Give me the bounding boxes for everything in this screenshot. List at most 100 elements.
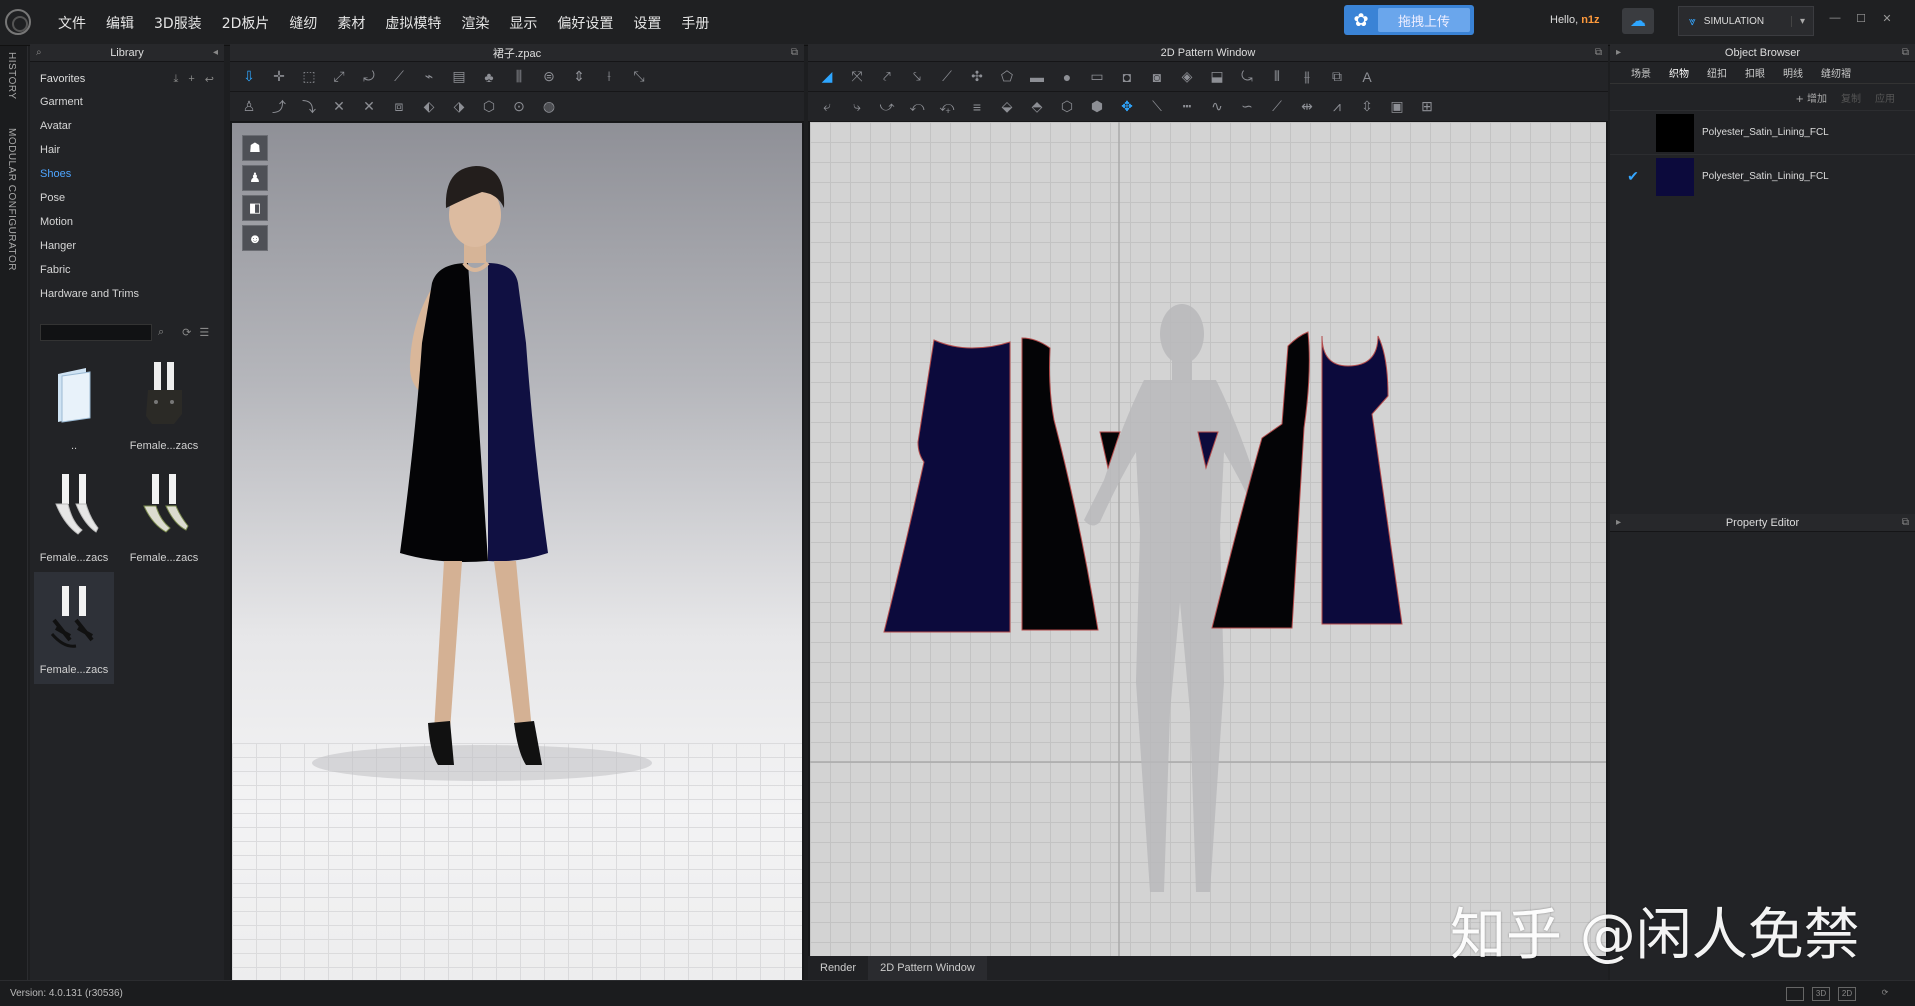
menu-render[interactable]: 渲染: [451, 13, 499, 33]
select-move-tool-icon[interactable]: ⇩: [236, 66, 262, 88]
stitch-icon[interactable]: ✕: [356, 96, 382, 118]
back-right-piece[interactable]: [1321, 335, 1403, 625]
width-icon[interactable]: ⇹: [1294, 96, 1320, 118]
library-item-garment[interactable]: Garment: [30, 90, 224, 114]
add-icon[interactable]: +: [188, 73, 194, 86]
box-select-tool-icon[interactable]: ⬚: [296, 66, 322, 88]
grading-icon[interactable]: ⧉: [1324, 66, 1350, 88]
fold-arrange-icon[interactable]: ⧈: [386, 96, 412, 118]
library-item-motion[interactable]: Motion: [30, 210, 224, 234]
internal-polygon-icon[interactable]: ▭: [1084, 66, 1110, 88]
transform-tool-icon[interactable]: ✛: [266, 66, 292, 88]
library-item-avatar[interactable]: Avatar: [30, 114, 224, 138]
curve-icon[interactable]: ∽: [1234, 96, 1260, 118]
front-right-piece[interactable]: [1021, 337, 1099, 631]
library-search-input[interactable]: [40, 323, 152, 341]
library-item-hanger[interactable]: Hanger: [30, 234, 224, 258]
library-item-pose[interactable]: Pose: [30, 186, 224, 210]
notch-icon[interactable]: ⤿: [1234, 66, 1260, 88]
copy-fabric-button[interactable]: 复制: [1841, 90, 1861, 105]
back-icon[interactable]: ↩: [205, 73, 214, 86]
rectangle-icon[interactable]: ▬: [1024, 66, 1050, 88]
grid-icon[interactable]: ⊞: [1414, 96, 1440, 118]
pin-icon[interactable]: ⌕: [36, 47, 42, 58]
garment-tool-icon[interactable]: ▤: [446, 66, 472, 88]
add-point-icon[interactable]: ✣: [964, 66, 990, 88]
simulation-dropdown[interactable]: ⩔ SIMULATION ▾: [1678, 6, 1814, 36]
tab-puckering[interactable]: 缝纫褶: [1812, 65, 1860, 80]
download-icon[interactable]: ⤓: [173, 73, 178, 86]
trace-icon[interactable]: ⬓: [1204, 66, 1230, 88]
collapse-left-icon[interactable]: ◂: [213, 47, 218, 58]
fabric-grain-icon[interactable]: ≡: [964, 96, 990, 118]
wave-icon[interactable]: ∿: [1204, 96, 1230, 118]
menu-display[interactable]: 显示: [499, 13, 547, 33]
height-icon[interactable]: ⇳: [1354, 96, 1380, 118]
stitch-pattern-icon[interactable]: ⬙: [994, 96, 1020, 118]
internal-rect-icon[interactable]: ◘: [1114, 66, 1140, 88]
dart-icon[interactable]: ◈: [1174, 66, 1200, 88]
tab-scene[interactable]: 场景: [1622, 65, 1660, 80]
pin-tool-icon[interactable]: ⟋: [386, 66, 412, 88]
tack-tool-icon[interactable]: ⌁: [416, 66, 442, 88]
3d-view-icon[interactable]: 3D: [1812, 987, 1830, 1001]
fold-tool-icon[interactable]: ⤾: [356, 66, 382, 88]
strengthen-icon[interactable]: ⬖: [416, 96, 442, 118]
avatar-pose-icon[interactable]: ♙: [236, 96, 262, 118]
checkmark-icon[interactable]: ✔: [1610, 168, 1656, 185]
polygon-icon[interactable]: ⬠: [994, 66, 1020, 88]
username[interactable]: n1z: [1581, 14, 1599, 26]
overlay-icon[interactable]: ✥: [1114, 96, 1140, 118]
undock-icon[interactable]: ⧉: [1902, 517, 1909, 528]
undock-icon[interactable]: ⧉: [791, 47, 798, 58]
upload-button[interactable]: ✿ 拖拽上传: [1344, 5, 1474, 35]
topstitch-icon[interactable]: ⟍: [1144, 96, 1170, 118]
close-button[interactable]: ✕: [1877, 12, 1897, 30]
frame-icon[interactable]: ▣: [1384, 96, 1410, 118]
thumb-shoe-green-heel[interactable]: Female...zacs: [124, 460, 204, 572]
library-item-hardware-trims[interactable]: Hardware and Trims: [30, 282, 224, 306]
tab-2d-pattern-window[interactable]: 2D Pattern Window: [868, 956, 987, 980]
button-tool-icon[interactable]: ⊜: [536, 66, 562, 88]
shrink-icon[interactable]: ⬗: [446, 96, 472, 118]
avatar-model[interactable]: [232, 123, 802, 980]
texture-icon[interactable]: ⬡: [476, 96, 502, 118]
2d-view-icon[interactable]: 2D: [1838, 987, 1856, 1001]
fabric-list-item[interactable]: Polyester_Satin_Lining_FCL: [1610, 110, 1915, 154]
ellipse-icon[interactable]: ●: [1054, 66, 1080, 88]
thumb-folder-up[interactable]: ..: [34, 348, 114, 460]
zipper-tool-icon[interactable]: ⫼: [506, 66, 532, 88]
texture-pattern-icon[interactable]: ⬢: [1084, 96, 1110, 118]
tab-history[interactable]: HISTORY: [6, 52, 17, 100]
menu-preferences[interactable]: 偏好设置: [547, 13, 623, 33]
tape-tool-icon[interactable]: ⤡: [626, 66, 652, 88]
fold-icon[interactable]: ⫵: [1294, 66, 1320, 88]
maximize-button[interactable]: ☐: [1851, 12, 1871, 30]
front-left-piece[interactable]: [883, 339, 1011, 633]
refresh-icon[interactable]: ⟳: [182, 326, 191, 339]
menu-settings[interactable]: 设置: [623, 13, 671, 33]
free-sew-icon[interactable]: ✕: [326, 96, 352, 118]
single-view-icon[interactable]: [1786, 987, 1804, 1001]
edit-point-icon[interactable]: ⤤: [874, 66, 900, 88]
sewing-tool-icon[interactable]: ⤴: [266, 96, 292, 118]
free-sewing-icon[interactable]: ⤻: [874, 96, 900, 118]
tab-fabric[interactable]: 织物: [1660, 65, 1698, 80]
apply-fabric-button[interactable]: 应用: [1875, 90, 1895, 105]
thumb-shoe-boot[interactable]: Female...zacs: [124, 348, 204, 460]
strengthen-pattern-icon[interactable]: ⬘: [1024, 96, 1050, 118]
add-fabric-button[interactable]: + 增加: [1795, 90, 1827, 105]
tab-modular-configurator[interactable]: MODULAR CONFIGURATOR: [6, 128, 17, 271]
thumb-shoe-white-heel[interactable]: Female...zacs: [34, 460, 114, 572]
menu-materials[interactable]: 素材: [327, 13, 375, 33]
shrink-pattern-icon[interactable]: ⬡: [1054, 96, 1080, 118]
curve-point-icon[interactable]: ⟋: [934, 66, 960, 88]
menu-sewing[interactable]: 缝纫: [279, 13, 327, 33]
edit-curvature-icon[interactable]: ⤥: [904, 66, 930, 88]
avatar-tool-icon[interactable]: ♣: [476, 66, 502, 88]
seam-line-icon[interactable]: ⤶: [814, 96, 840, 118]
tab-topstitch[interactable]: 明线: [1774, 65, 1812, 80]
tab-render[interactable]: Render: [808, 956, 868, 980]
list-view-icon[interactable]: ☰: [199, 326, 209, 339]
viewport-3d-canvas[interactable]: ☗ ♟ ◧ ☻: [232, 123, 802, 980]
